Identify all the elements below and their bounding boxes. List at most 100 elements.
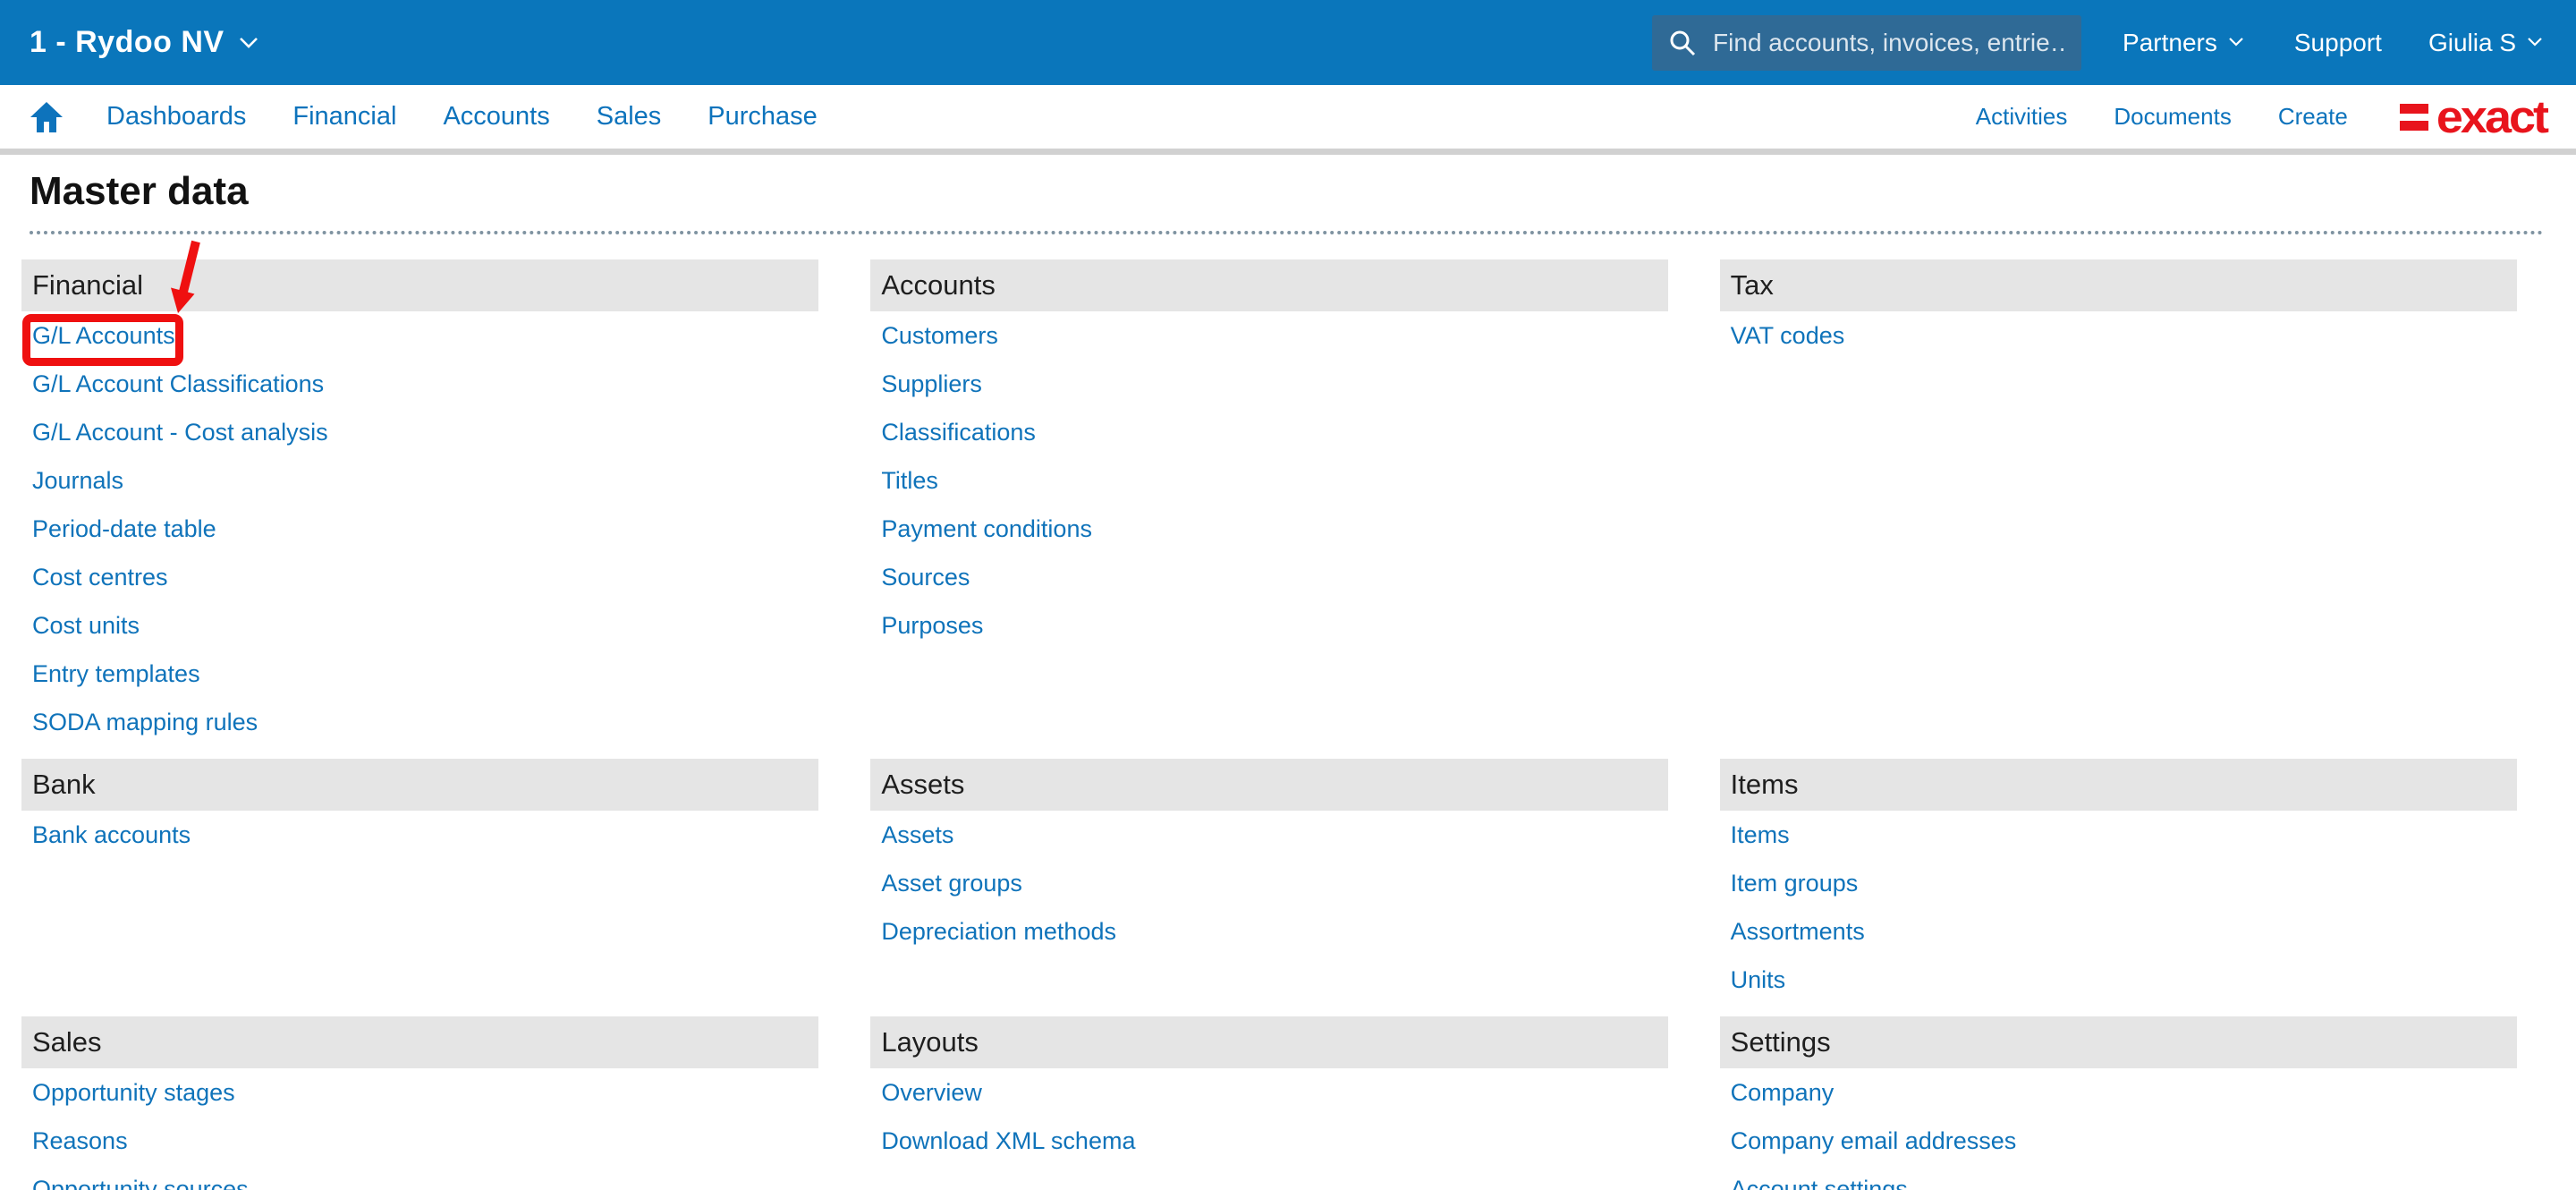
list-item: G/L Accounts bbox=[22, 311, 818, 366]
global-search-input[interactable]: Find accounts, invoices, entrie… bbox=[1652, 14, 2082, 71]
section-accounts: Accounts Customers Suppliers Classification… bbox=[870, 259, 1668, 650]
nav-right: Activities Documents Create exact bbox=[1976, 91, 2549, 142]
section-header-accounts: Accounts bbox=[870, 259, 1668, 311]
list-item: Sources bbox=[881, 553, 1667, 601]
nav-right-links: Activities Documents Create bbox=[1976, 103, 2348, 131]
nav-item-activities[interactable]: Activities bbox=[1976, 103, 2068, 131]
topbar-links: Partners Support Giulia S bbox=[2123, 29, 2546, 57]
section-items: Items Items Item groups Assortments Units bbox=[1719, 746, 2517, 1004]
link-overview[interactable]: Overview bbox=[881, 1079, 982, 1107]
list-item: G/L Account - Cost analysis bbox=[32, 408, 818, 456]
list-item: Overview bbox=[881, 1068, 1667, 1117]
band-2: Bank Bank accounts Assets Assets Asset group… bbox=[21, 746, 2517, 1004]
support-link[interactable]: Support bbox=[2294, 29, 2382, 57]
band-3: Sales Opportunity stages Reasons Opportunit… bbox=[21, 1004, 2517, 1190]
link-customers[interactable]: Customers bbox=[881, 322, 998, 350]
content: Financial G/L Accounts G/L Account Classif… bbox=[21, 259, 2517, 1190]
section-links-tax: VAT codes bbox=[1720, 311, 2517, 360]
link-account-settings[interactable]: Account settings bbox=[1731, 1176, 1908, 1190]
link-titles[interactable]: Titles bbox=[881, 467, 938, 495]
nav-item-accounts[interactable]: Accounts bbox=[443, 102, 549, 132]
list-item: Cost units bbox=[32, 601, 818, 650]
link-opportunity-stages[interactable]: Opportunity stages bbox=[32, 1079, 235, 1107]
company-selector[interactable]: 1 - Rydoo NV bbox=[30, 25, 258, 60]
section-header-layouts: Layouts bbox=[870, 1016, 1668, 1068]
link-assets[interactable]: Assets bbox=[881, 821, 953, 849]
user-name: Giulia S bbox=[2428, 28, 2516, 56]
list-item: Classifications bbox=[881, 408, 1667, 456]
link-cost-centres[interactable]: Cost centres bbox=[32, 564, 168, 591]
list-item: Download XML schema bbox=[881, 1117, 1667, 1165]
main-nav: Dashboards Financial Accounts Sales Purchase… bbox=[0, 85, 2576, 155]
list-item: Item groups bbox=[1731, 859, 2517, 907]
link-item-groups[interactable]: Item groups bbox=[1731, 870, 1859, 897]
exact-logo-word: exact bbox=[2436, 91, 2549, 142]
list-item: Titles bbox=[881, 456, 1667, 505]
link-asset-groups[interactable]: Asset groups bbox=[881, 870, 1022, 897]
link-depreciation-methods[interactable]: Depreciation methods bbox=[881, 918, 1116, 946]
list-item: Assets bbox=[881, 811, 1667, 859]
list-item: G/L Account Classifications bbox=[32, 360, 818, 408]
partners-label: Partners bbox=[2123, 28, 2217, 56]
partners-menu[interactable]: Partners bbox=[2123, 29, 2248, 57]
chevron-down-icon bbox=[2527, 37, 2546, 48]
link-period-date-table[interactable]: Period-date table bbox=[32, 515, 216, 543]
top-bar: 1 - Rydoo NV Find accounts, invoices, en… bbox=[0, 0, 2576, 85]
link-g-l-account-classifications[interactable]: G/L Account Classifications bbox=[32, 370, 324, 398]
link-payment-conditions[interactable]: Payment conditions bbox=[881, 515, 1092, 543]
section-settings: Settings Company Company email addresses Ac… bbox=[1719, 1004, 2517, 1190]
section-links-financial: G/L Accounts G/L Account Classifications G… bbox=[21, 311, 818, 746]
link-classifications[interactable]: Classifications bbox=[881, 419, 1036, 446]
list-item: Company bbox=[1731, 1068, 2517, 1117]
nav-item-create[interactable]: Create bbox=[2278, 103, 2348, 131]
list-item: Suppliers bbox=[881, 360, 1667, 408]
list-item: Entry templates bbox=[32, 650, 818, 698]
search-icon bbox=[1668, 29, 1697, 57]
list-item: Company email addresses bbox=[1731, 1117, 2517, 1165]
section-header-financial: Financial bbox=[21, 259, 819, 311]
link-purposes[interactable]: Purposes bbox=[881, 612, 983, 640]
nav-item-dashboards[interactable]: Dashboards bbox=[106, 102, 246, 132]
link-opportunity-sources[interactable]: Opportunity sources bbox=[32, 1176, 249, 1190]
nav-item-purchase[interactable]: Purchase bbox=[708, 102, 818, 132]
section-financial: Financial G/L Accounts G/L Account Classif… bbox=[21, 259, 819, 746]
link-g-l-accounts[interactable]: G/L Accounts bbox=[32, 322, 175, 350]
link-g-l-account-cost-analysis[interactable]: G/L Account - Cost analysis bbox=[32, 419, 328, 446]
nav-item-documents[interactable]: Documents bbox=[2114, 103, 2232, 131]
link-bank-accounts[interactable]: Bank accounts bbox=[32, 821, 191, 849]
section-header-items: Items bbox=[1719, 759, 2517, 811]
list-item: Opportunity stages bbox=[32, 1068, 818, 1117]
link-reasons[interactable]: Reasons bbox=[32, 1127, 128, 1155]
link-journals[interactable]: Journals bbox=[32, 467, 123, 495]
link-assortments[interactable]: Assortments bbox=[1731, 918, 1865, 946]
search-placeholder: Find accounts, invoices, entrie… bbox=[1713, 28, 2066, 56]
link-company-email-addresses[interactable]: Company email addresses bbox=[1731, 1127, 2017, 1155]
page-title: Master data bbox=[30, 169, 249, 213]
link-units[interactable]: Units bbox=[1731, 966, 1786, 994]
link-sources[interactable]: Sources bbox=[881, 564, 970, 591]
link-suppliers[interactable]: Suppliers bbox=[881, 370, 982, 398]
link-vat-codes[interactable]: VAT codes bbox=[1731, 322, 1845, 350]
nav-item-sales[interactable]: Sales bbox=[597, 102, 662, 132]
support-label: Support bbox=[2293, 28, 2382, 56]
home-icon[interactable] bbox=[30, 101, 64, 133]
list-item: Units bbox=[1731, 956, 2517, 1004]
link-items[interactable]: Items bbox=[1731, 821, 1790, 849]
list-item: Cost centres bbox=[32, 553, 818, 601]
user-menu[interactable]: Giulia S bbox=[2428, 29, 2546, 57]
link-cost-units[interactable]: Cost units bbox=[32, 612, 140, 640]
nav-item-financial[interactable]: Financial bbox=[292, 102, 396, 132]
exact-logo: exact bbox=[2399, 91, 2549, 142]
list-item: SODA mapping rules bbox=[32, 698, 818, 746]
link-download-xml-schema[interactable]: Download XML schema bbox=[881, 1127, 1135, 1155]
section-header-bank: Bank bbox=[21, 759, 819, 811]
link-soda-mapping-rules[interactable]: SODA mapping rules bbox=[32, 709, 258, 736]
section-header-tax: Tax bbox=[1719, 259, 2517, 311]
section-header-assets: Assets bbox=[870, 759, 1668, 811]
link-entry-templates[interactable]: Entry templates bbox=[32, 660, 200, 688]
list-item: Payment conditions bbox=[881, 505, 1667, 553]
section-assets: Assets Assets Asset groups Depreciation met… bbox=[870, 746, 1668, 956]
link-company[interactable]: Company bbox=[1731, 1079, 1835, 1107]
section-links-items: Items Item groups Assortments Units bbox=[1720, 811, 2517, 1004]
list-item: Assortments bbox=[1731, 907, 2517, 956]
